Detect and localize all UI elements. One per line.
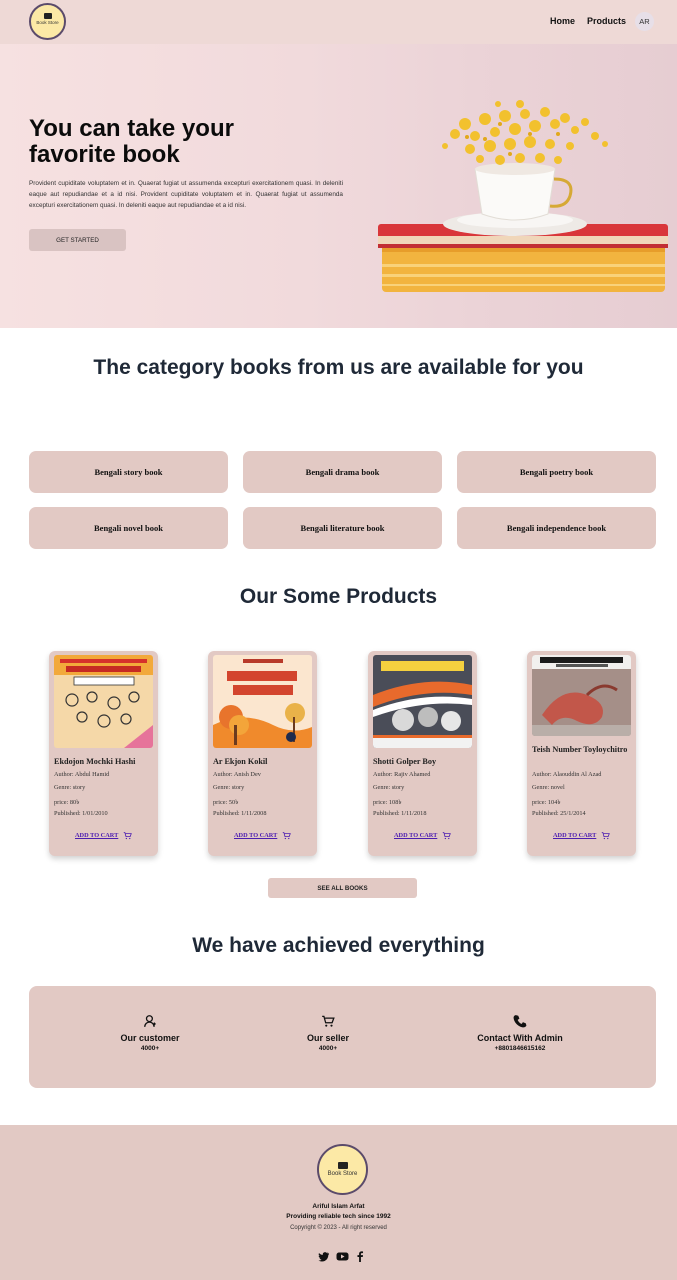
twitter-icon[interactable]	[318, 1251, 329, 1262]
products-title: Our Some Products	[239, 585, 438, 608]
category-novel[interactable]: Bengali novel book	[29, 507, 228, 549]
product-name[interactable]: Teish Number Toyloychitro	[532, 744, 632, 756]
achievement-label: Our customer	[120, 1033, 180, 1043]
product-author: Author: Alaouddin Al Azad	[532, 771, 602, 778]
product-genre: Genre: story	[54, 784, 86, 791]
product-name[interactable]: Ekdojon Mochki Hashi	[54, 756, 154, 768]
hero-books-teacup-image	[378, 100, 668, 292]
product-genre: Genre: story	[213, 784, 245, 791]
footer-owner-name: Ariful Islam Arfat	[312, 1203, 365, 1210]
youtube-icon[interactable]	[336, 1251, 349, 1262]
footer-tagline: Providing reliable tech since 1992	[286, 1213, 391, 1220]
add-to-cart-link[interactable]: ADD TO CART	[234, 832, 277, 839]
category-drama[interactable]: Bengali drama book	[243, 451, 442, 493]
product-card: Shotti Golper Boy Author: Rajiv Ahamed G…	[368, 651, 477, 856]
avatar[interactable]: AR	[635, 12, 654, 31]
product-author: Author: Abdul Hamid	[54, 771, 110, 778]
footer-logo[interactable]: Book Store	[317, 1144, 368, 1195]
footer-logo-text: Book Store	[327, 1171, 358, 1177]
product-published: Published: 1/01/2010	[54, 810, 108, 817]
achievement-label: Our seller	[306, 1033, 350, 1043]
hero-title: You can take your favorite book	[29, 115, 234, 168]
product-published: Published: 25/1/2014	[532, 810, 586, 817]
facebook-icon[interactable]	[356, 1251, 364, 1262]
hero-section: You can take your favorite book Providen…	[0, 44, 677, 328]
navbar: Book Store Home Products AR	[0, 0, 677, 44]
cart-icon[interactable]	[442, 831, 451, 840]
cart-icon[interactable]	[282, 831, 291, 840]
product-genre: Genre: novel	[532, 784, 565, 791]
product-card: Teish Number Toyloychitro Author: Alaoud…	[527, 651, 636, 856]
book-cover-image	[213, 655, 312, 748]
add-to-cart-link[interactable]: ADD TO CART	[553, 832, 596, 839]
product-price: price: 108৳	[373, 799, 402, 806]
product-name[interactable]: Ar Ekjon Kokil	[213, 756, 313, 768]
product-author: Author: Rajiv Ahamed	[373, 771, 431, 778]
category-story[interactable]: Bengali story book	[29, 451, 228, 493]
category-literature[interactable]: Bengali literature book	[243, 507, 442, 549]
get-started-button[interactable]: GET STARTED	[29, 229, 126, 251]
product-card: Ar Ekjon Kokil Author: Anish Dev Genre: …	[208, 651, 317, 856]
category-poetry[interactable]: Bengali poetry book	[457, 451, 656, 493]
logo-text: Book Store	[36, 20, 59, 25]
product-published: Published: 1/11/2018	[373, 810, 427, 817]
achievement-value: 4000+	[318, 1045, 338, 1052]
see-all-books-button[interactable]: SEE ALL BOOKS	[268, 878, 417, 898]
book-icon	[337, 1162, 348, 1169]
categories-title: The category books from us are available…	[93, 356, 584, 379]
achievement-customer: Our customer 4000+	[75, 1014, 225, 1052]
footer-copyright: Copyright © 2023 - All right reserved	[290, 1225, 387, 1231]
book-cover-image	[532, 655, 631, 736]
hero-description: Provident cupiditate voluptatem et in. Q…	[29, 180, 343, 209]
product-published: Published: 1/11/2008	[213, 810, 267, 817]
product-genre: Genre: story	[373, 784, 405, 791]
product-price: price: 80৳	[54, 799, 80, 806]
book-cover-image	[373, 655, 472, 748]
brand-logo[interactable]: Book Store	[29, 3, 66, 40]
book-cover-image	[54, 655, 153, 748]
footer: Book Store Ariful Islam Arfat Providing …	[0, 1125, 677, 1280]
achievements-panel: Our customer 4000+ Our seller 4000+ Cont…	[29, 986, 656, 1088]
product-price: price: 50৳	[213, 799, 239, 806]
nav-home-link[interactable]: Home	[550, 16, 575, 26]
product-price: price: 104৳	[532, 799, 561, 806]
cart-icon[interactable]	[123, 831, 132, 840]
add-to-cart-link[interactable]: ADD TO CART	[75, 832, 118, 839]
achievement-label: Contact With Admin	[477, 1033, 563, 1043]
achievement-seller: Our seller 4000+	[253, 1014, 403, 1052]
product-card: Ekdojon Mochki Hashi Author: Abdul Hamid…	[49, 651, 158, 856]
achievement-contact: Contact With Admin +8801846615162	[445, 1014, 595, 1052]
achievement-value: +8801846615162	[494, 1045, 546, 1052]
product-name[interactable]: Shotti Golper Boy	[373, 756, 473, 768]
add-to-cart-link[interactable]: ADD TO CART	[394, 832, 437, 839]
achievement-value: 4000+	[140, 1045, 160, 1052]
book-icon	[43, 13, 52, 19]
user-icon	[144, 1015, 156, 1027]
nav-products-link[interactable]: Products	[587, 16, 626, 26]
product-author: Author: Anish Dev	[213, 771, 261, 778]
achieved-title: We have achieved everything	[192, 934, 485, 957]
cart-icon	[322, 1015, 335, 1027]
category-independence[interactable]: Bengali independence book	[457, 507, 656, 549]
cart-icon[interactable]	[601, 831, 610, 840]
phone-icon	[513, 1015, 527, 1028]
